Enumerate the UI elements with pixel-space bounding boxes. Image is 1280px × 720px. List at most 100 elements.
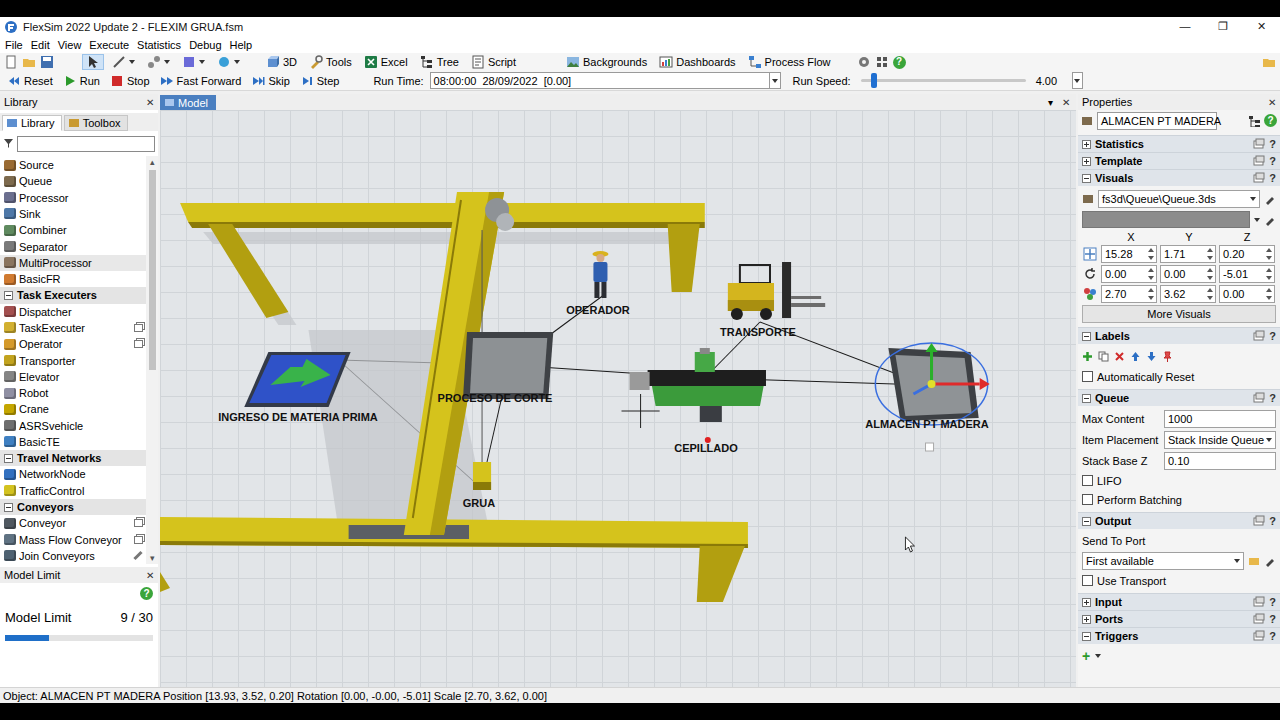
scroll-up[interactable]: ▴: [150, 156, 155, 168]
menu-item[interactable]: Statistics: [133, 39, 185, 51]
eyedropper-icon[interactable]: [1264, 214, 1276, 226]
model-canvas[interactable]: GRUAINGRESO DE MATERIA PRIMAPROCESO DE C…: [160, 110, 1076, 687]
library-item[interactable]: Elevator: [0, 369, 146, 385]
number-spinner[interactable]: 1.71: [1160, 245, 1216, 263]
library-item[interactable]: Conveyor: [0, 515, 146, 531]
expand-toggle[interactable]: [4, 454, 13, 463]
number-spinner[interactable]: 0.00: [1160, 265, 1216, 283]
model-tab[interactable]: Model: [160, 95, 216, 110]
queue-checkbox[interactable]: LIFO: [1082, 472, 1276, 489]
select-field[interactable]: Stack Inside Queue: [1164, 431, 1276, 449]
view-tool[interactable]: [213, 54, 244, 70]
template-icon[interactable]: [134, 340, 143, 348]
library-category[interactable]: Conveyors: [0, 499, 146, 515]
section-header[interactable]: Output?: [1078, 512, 1280, 529]
conveyor-node[interactable]: [630, 348, 766, 443]
expand-toggle[interactable]: [1082, 632, 1091, 641]
section-header[interactable]: Template?: [1078, 152, 1280, 169]
expand-toggle[interactable]: [4, 291, 13, 300]
library-tab[interactable]: Toolbox: [64, 115, 128, 131]
source-node[interactable]: [244, 352, 350, 407]
transporter-node[interactable]: [728, 262, 825, 320]
library-item[interactable]: TrafficControl: [0, 483, 146, 499]
object-name-field[interactable]: ALMACEN PT MADERA: [1097, 112, 1217, 130]
operator-node[interactable]: [592, 251, 608, 298]
toolbar-button[interactable]: Dashboards: [655, 54, 739, 70]
help-icon[interactable]: ?: [1269, 138, 1276, 150]
section-header[interactable]: Visuals?: [1078, 169, 1280, 186]
processor-node[interactable]: [463, 332, 553, 399]
selection-gizmo[interactable]: [875, 343, 989, 425]
number-spinner[interactable]: 0.00: [1219, 285, 1275, 303]
add-trigger-button[interactable]: +: [1082, 648, 1090, 664]
help-icon[interactable]: ?: [1269, 330, 1276, 342]
help-icon[interactable]: ?: [1264, 114, 1277, 127]
help-icon[interactable]: ?: [1269, 515, 1276, 527]
expand-toggle[interactable]: [1082, 394, 1091, 403]
close-button[interactable]: ✕: [146, 570, 154, 581]
library-tab[interactable]: Library: [2, 115, 62, 131]
template-icon[interactable]: [134, 519, 143, 527]
tree-icon[interactable]: [1248, 115, 1260, 127]
text-field[interactable]: 1000: [1164, 410, 1276, 428]
folder-icon[interactable]: [1262, 55, 1276, 69]
library-item[interactable]: Combiner: [0, 222, 146, 238]
library-item[interactable]: Transporter: [0, 352, 146, 368]
number-spinner[interactable]: 0.00: [1101, 265, 1157, 283]
menu-item[interactable]: Edit: [27, 39, 54, 51]
menu-item[interactable]: File: [1, 39, 27, 51]
help-icon[interactable]: ?: [1269, 613, 1276, 625]
text-field[interactable]: 0.10: [1164, 452, 1276, 470]
expand-toggle[interactable]: [1082, 157, 1091, 166]
library-item[interactable]: Processor: [0, 190, 146, 206]
template-icon[interactable]: [134, 324, 143, 332]
save-icon[interactable]: [40, 55, 54, 69]
settings-icon[interactable]: [1253, 172, 1265, 184]
eyedropper-icon[interactable]: [1264, 555, 1276, 567]
expand-toggle[interactable]: [1082, 517, 1091, 526]
library-item[interactable]: Join Conveyors: [0, 548, 146, 564]
toolbar-button[interactable]: Tools: [305, 54, 356, 70]
toolbar-button[interactable]: Process Flow: [744, 54, 835, 70]
toolbar-button[interactable]: Excel: [360, 54, 412, 70]
pen-icon[interactable]: [133, 551, 142, 560]
settings-icon[interactable]: [1253, 138, 1265, 150]
settings-icon[interactable]: [1253, 596, 1265, 608]
toolbar-button[interactable]: Script: [467, 54, 520, 70]
section-header[interactable]: Input?: [1078, 593, 1280, 610]
run-time-field[interactable]: 08:00:00 28/09/2022 [0.00]: [430, 72, 770, 89]
number-spinner[interactable]: 3.62: [1160, 285, 1216, 303]
toolbar-button[interactable]: Backgrounds: [562, 54, 651, 70]
menu-item[interactable]: Help: [226, 39, 257, 51]
library-category[interactable]: Task Executers: [0, 287, 146, 303]
library-item[interactable]: MultiProcessor: [0, 255, 146, 271]
section-header[interactable]: Queue?: [1078, 389, 1280, 406]
library-item[interactable]: TaskExecuter: [0, 320, 146, 336]
reset-button[interactable]: Reset: [5, 74, 55, 88]
up-icon[interactable]: [1130, 351, 1141, 362]
toolbar-button[interactable]: 3D: [262, 54, 301, 70]
close-button[interactable]: ✕: [1062, 97, 1070, 108]
library-item[interactable]: BasicTE: [0, 434, 146, 450]
ff-button[interactable]: Fast Forward: [158, 74, 244, 88]
close-button[interactable]: ✕: [146, 97, 154, 108]
expand-toggle[interactable]: [1082, 174, 1091, 183]
help-icon[interactable]: ?: [1269, 630, 1276, 642]
section-header[interactable]: Statistics?: [1078, 135, 1280, 152]
run-time-dropdown[interactable]: [770, 72, 781, 89]
number-spinner[interactable]: -5.01: [1219, 265, 1275, 283]
shape-tool[interactable]: [178, 54, 209, 70]
menu-item[interactable]: Debug: [185, 39, 225, 51]
library-scrollbar[interactable]: ▴▾: [146, 156, 158, 564]
settings-icon[interactable]: [1253, 613, 1265, 625]
help-icon[interactable]: ?: [1269, 172, 1276, 184]
run-speed-slider[interactable]: [861, 79, 1026, 82]
new-icon[interactable]: [4, 55, 18, 69]
open-icon[interactable]: [22, 55, 36, 69]
add-icon[interactable]: [1082, 351, 1093, 362]
expand-toggle[interactable]: [1082, 598, 1091, 607]
library-item[interactable]: ASRSvehicle: [0, 418, 146, 434]
menu-item[interactable]: Execute: [85, 39, 133, 51]
connect-tool[interactable]: [108, 54, 139, 70]
edit-icon[interactable]: [1248, 555, 1260, 567]
